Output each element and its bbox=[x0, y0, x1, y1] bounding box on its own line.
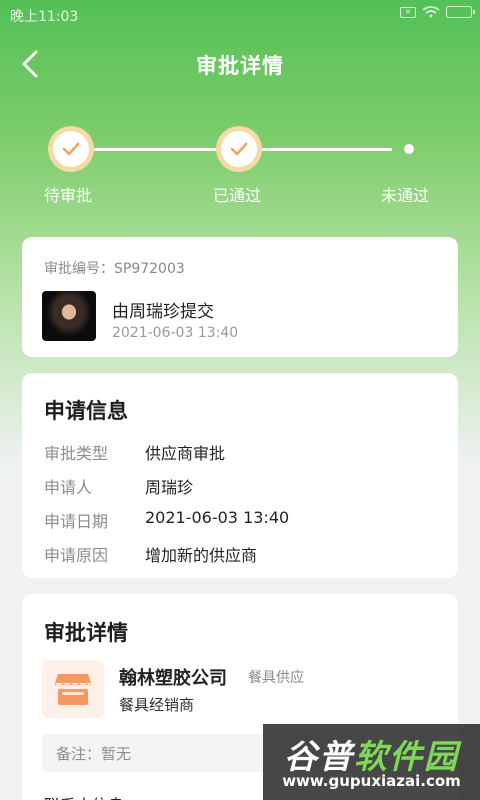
summary-card: 审批编号：SP972003 由周瑞珍提交 2021-06-03 13:40 bbox=[22, 237, 458, 357]
status-time: 晚上11:03 bbox=[10, 9, 79, 25]
header: 审批详情 bbox=[0, 38, 480, 90]
company-type: 餐具经销商 bbox=[119, 696, 195, 714]
submitter-text: 由周瑞珍提交 bbox=[112, 302, 214, 322]
step-label-pending: 待审批 bbox=[44, 186, 93, 205]
avatar bbox=[42, 291, 96, 341]
info-key: 申请日期 bbox=[44, 512, 109, 531]
info-row-applicant: 申请人 周瑞珍 bbox=[44, 474, 193, 498]
step-label-approved: 已通过 bbox=[213, 186, 262, 205]
wifi-icon bbox=[422, 6, 440, 18]
step-pending-node bbox=[48, 126, 94, 172]
approval-detail-title: 审批详情 bbox=[44, 621, 128, 645]
info-value: 周瑞珍 bbox=[145, 478, 194, 497]
apply-info-card: 申请信息 审批类型 供应商审批 申请人 周瑞珍 申请日期 2021-06-03 … bbox=[22, 373, 458, 578]
battery-icon bbox=[446, 6, 475, 18]
watermark-brand: 谷普软件园 bbox=[263, 730, 480, 778]
info-key: 审批类型 bbox=[44, 444, 109, 463]
approval-progress: 待审批 已通过 未通过 bbox=[0, 120, 480, 210]
company-tag: 餐具供应 bbox=[248, 670, 304, 686]
apply-info-title: 申请信息 bbox=[44, 399, 128, 423]
watermark-brand-a: 谷普 bbox=[284, 737, 354, 776]
info-value: 2021-06-03 13:40 bbox=[145, 508, 290, 527]
step-rejected-dot bbox=[404, 144, 414, 154]
check-icon bbox=[230, 142, 248, 156]
store-icon bbox=[42, 660, 104, 718]
progress-line-2 bbox=[262, 148, 392, 151]
step-approved-node bbox=[216, 126, 262, 172]
info-row-date: 申请日期 2021-06-03 13:40 bbox=[44, 508, 289, 532]
info-key: 申请人 bbox=[44, 478, 93, 497]
watermark-brand-b: 软件园 bbox=[354, 737, 459, 776]
progress-line-1 bbox=[92, 148, 220, 151]
info-key: 申请原因 bbox=[44, 546, 109, 565]
sim-icon: × bbox=[400, 6, 416, 18]
watermark: 谷普软件园 www.gupuxiazai.com bbox=[263, 724, 480, 800]
status-bar: 晚上11:03 × bbox=[0, 0, 480, 30]
info-row-reason: 申请原因 增加新的供应商 bbox=[44, 542, 257, 566]
info-value: 供应商审批 bbox=[145, 444, 226, 463]
submit-time: 2021-06-03 13:40 bbox=[112, 325, 239, 341]
status-icons: × bbox=[400, 6, 475, 18]
info-row-type: 审批类型 供应商审批 bbox=[44, 440, 225, 464]
step-label-rejected: 未通过 bbox=[381, 186, 430, 205]
info-value: 增加新的供应商 bbox=[145, 546, 258, 565]
check-icon bbox=[62, 142, 80, 156]
contact-title: 联系人信息 bbox=[44, 792, 124, 800]
page-title: 审批详情 bbox=[196, 54, 284, 78]
approval-number: 审批编号：SP972003 bbox=[44, 261, 185, 277]
company-name: 翰林塑胶公司 bbox=[119, 668, 227, 689]
watermark-url: www.gupuxiazai.com bbox=[282, 772, 461, 790]
remark-text: 备注：暂无 bbox=[56, 745, 132, 763]
